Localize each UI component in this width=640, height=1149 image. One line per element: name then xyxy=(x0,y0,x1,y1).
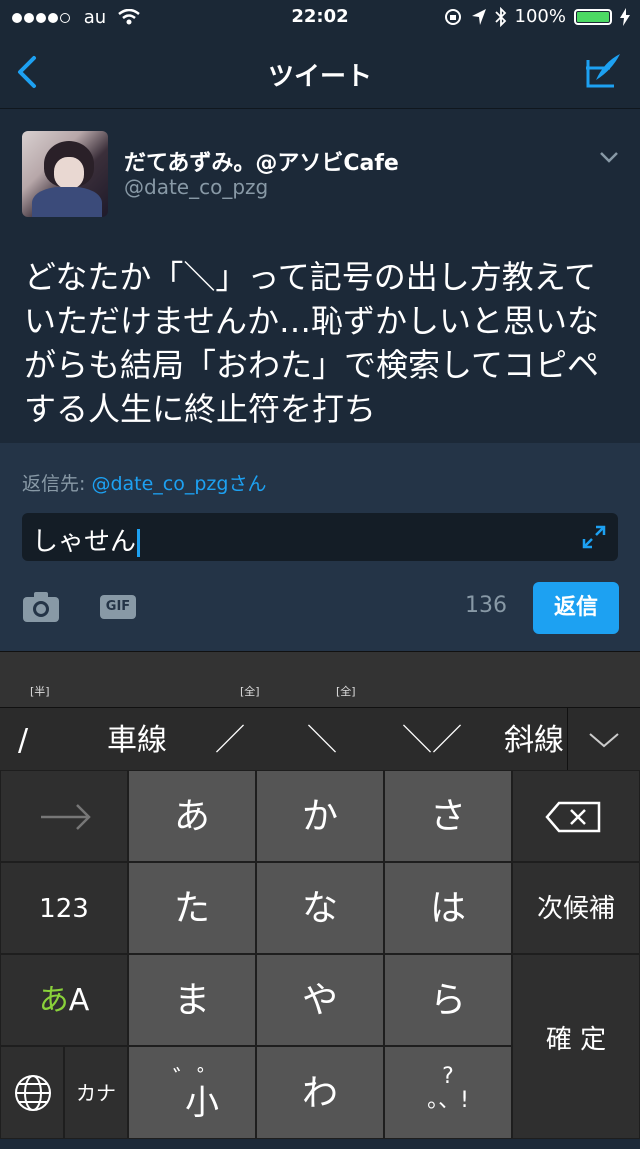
key-a[interactable]: あ xyxy=(128,770,256,862)
punctuation-key[interactable]: ? 。、! xyxy=(384,1046,512,1139)
candidate-expand-button[interactable] xyxy=(567,708,640,770)
reply-to-user[interactable]: @date_co_pzgさん xyxy=(91,473,266,495)
location-icon xyxy=(471,8,486,25)
battery-percent: 100% xyxy=(514,6,566,27)
rotation-lock-icon xyxy=(444,8,461,25)
number-key[interactable]: 123 xyxy=(0,862,128,954)
tweet-text: どなたか「＼」って記号の出し方教えていただけませんか…恥ずかしいと思いながらも結… xyxy=(24,258,600,428)
dakuten-key[interactable]: ゛゜ 小 xyxy=(128,1046,256,1139)
key-ra[interactable]: ら xyxy=(384,954,512,1046)
key-ka[interactable]: か xyxy=(256,770,384,862)
key-sa[interactable]: さ xyxy=(384,770,512,862)
display-name[interactable]: だてあずみ。@アソビCafe xyxy=(124,145,399,177)
key-ha[interactable]: は xyxy=(384,862,512,954)
input-mode-key[interactable]: あA xyxy=(0,954,128,1046)
key-ma[interactable]: ま xyxy=(128,954,256,1046)
kana-key[interactable]: カナ xyxy=(64,1046,128,1139)
candidate-item[interactable]: ＼／ xyxy=(392,708,472,770)
confirm-key[interactable]: 確 定 xyxy=(512,954,640,1139)
compose-tweet-icon[interactable] xyxy=(582,50,624,92)
reply-to-label: 返信先: xyxy=(22,473,92,495)
next-candidate-key[interactable]: 次候補 xyxy=(512,862,640,954)
cursor-right-key[interactable] xyxy=(0,770,128,862)
backspace-icon xyxy=(545,801,601,833)
gif-button[interactable]: GIF xyxy=(100,595,136,619)
status-bar: au 22:02 100% xyxy=(0,0,640,36)
avatar[interactable] xyxy=(22,131,108,217)
candidate-item[interactable]: [全] ＼ xyxy=(292,686,356,770)
keyboard-top-bar xyxy=(0,651,640,708)
candidate-bar: [半] / 車線 [全] ／ [全] ＼ ＼／ 斜線 xyxy=(0,686,640,771)
globe-icon xyxy=(15,1075,51,1111)
bluetooth-icon xyxy=(494,6,506,27)
delete-key[interactable] xyxy=(512,770,640,862)
battery-icon xyxy=(574,8,612,25)
page-title: ツイート xyxy=(267,62,372,92)
mode-alpha-label: A xyxy=(68,983,90,1018)
user-handle[interactable]: @date_co_pzg xyxy=(124,175,268,199)
chevron-down-icon[interactable] xyxy=(598,149,620,165)
reply-input-text: しゃせん xyxy=(32,527,137,557)
candidate-item[interactable]: 車線 xyxy=(92,708,182,770)
nav-bar: ツイート xyxy=(0,36,640,109)
keyboard: あ か さ 123 た な は 次候補 あA ま や ら 確 定 カナ ゛゜ 小… xyxy=(0,770,640,1139)
key-ta[interactable]: た xyxy=(128,862,256,954)
reply-composer: 返信先: @date_co_pzgさん しゃせん GIF 136 返信 xyxy=(0,443,640,651)
reply-button[interactable]: 返信 xyxy=(533,582,619,634)
candidate-item[interactable]: 斜線 xyxy=(495,708,573,770)
reply-input[interactable]: しゃせん xyxy=(22,513,618,561)
tweet-card: だてあずみ。@アソビCafe @date_co_pzg どなたか「＼」って記号の… xyxy=(0,109,640,443)
character-count: 136 xyxy=(465,593,507,618)
mode-hiragana-label: あ xyxy=(38,983,69,1018)
camera-icon[interactable] xyxy=(22,591,60,623)
charging-icon xyxy=(620,7,630,26)
key-ya[interactable]: や xyxy=(256,954,384,1046)
candidate-item[interactable]: [半] / xyxy=(0,686,50,770)
key-wa[interactable]: わ xyxy=(256,1046,384,1139)
expand-icon[interactable] xyxy=(582,525,606,549)
arrow-right-icon xyxy=(41,804,91,830)
reply-to: 返信先: @date_co_pzgさん xyxy=(22,469,266,496)
candidate-item[interactable]: [全] ／ xyxy=(200,686,260,770)
key-na[interactable]: な xyxy=(256,862,384,954)
text-caret xyxy=(137,528,141,557)
chevron-down-icon xyxy=(589,733,619,748)
globe-key[interactable] xyxy=(0,1046,64,1139)
